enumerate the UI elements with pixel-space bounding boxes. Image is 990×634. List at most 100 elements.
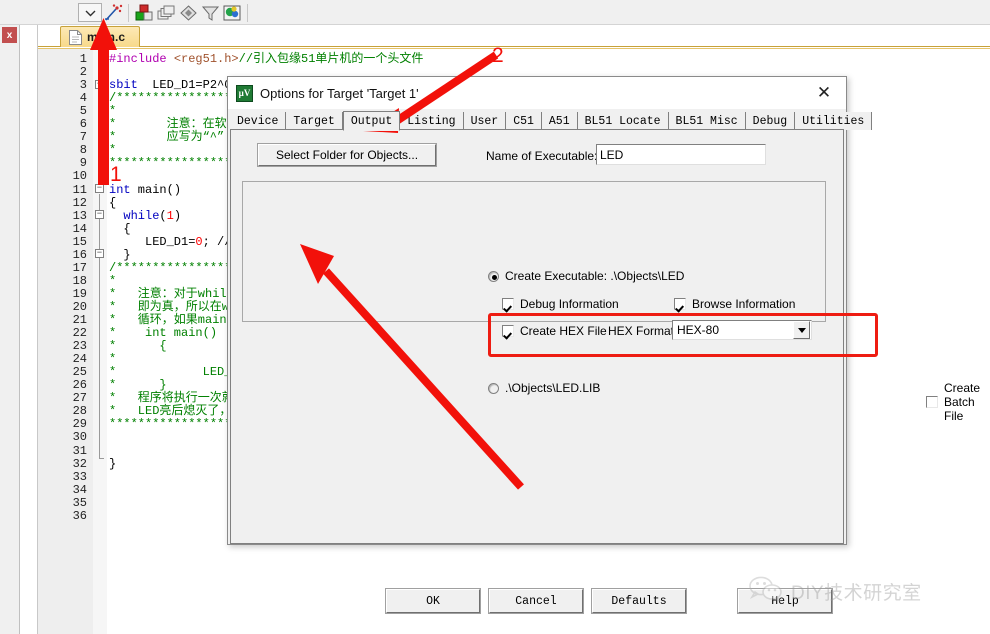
cancel-button[interactable]: Cancel [488, 588, 584, 614]
line-number: 31 [72, 443, 87, 458]
code-line: while(1) [109, 208, 182, 223]
build-glyph [135, 4, 152, 20]
translate-file-icon[interactable] [177, 2, 199, 23]
document-icon [69, 29, 82, 45]
fold-guide-2 [99, 194, 100, 458]
batch-build-glyph [157, 5, 174, 19]
close-panel-button[interactable]: x [2, 27, 17, 43]
debug-information-checkbox[interactable]: Debug Information [502, 297, 619, 311]
create-batch-file-checkbox[interactable]: Create Batch File [926, 381, 980, 423]
line-number: 30 [72, 430, 87, 445]
create-hex-file-checkbox[interactable]: Create HEX File [502, 324, 607, 338]
dropdown-arrow-icon[interactable] [78, 3, 102, 22]
line-number: 5 [79, 104, 87, 119]
code-line: * LED_D1 [109, 365, 246, 380]
toolbar [0, 0, 990, 25]
hex-format-dropdown[interactable]: HEX-80 [672, 320, 812, 340]
code-line: } [109, 456, 117, 471]
line-number: 19 [72, 286, 87, 301]
fold-marker-line17[interactable]: − [95, 249, 104, 258]
keil-app-icon: µV [236, 84, 253, 102]
lib-output-label: .\Objects\LED.LIB [505, 381, 601, 395]
line-number: 24 [72, 352, 87, 367]
code-line: * [109, 143, 117, 158]
code-line: * 注意：对于while [109, 286, 234, 301]
create-hex-file-label: Create HEX File [520, 324, 607, 338]
line-number: 1 [79, 52, 87, 66]
line-number: 35 [72, 495, 87, 510]
fold-guide-3 [99, 259, 100, 277]
line-number: 2 [79, 65, 87, 80]
magic-wand-icon[interactable] [102, 2, 124, 23]
name-of-executable-input[interactable]: LED [596, 144, 766, 165]
code-line: #include <reg51.h>//引入包缘51单片机的一个头文件 [109, 52, 424, 66]
dialog-tab-c51[interactable]: C51 [506, 112, 542, 130]
rebuild-icon[interactable] [199, 2, 221, 23]
dialog-title: Options for Target 'Target 1' [260, 85, 419, 101]
rebuild-glyph [201, 6, 219, 21]
fold-column[interactable]: − − − − [93, 49, 107, 634]
fold-marker-line4[interactable]: − [95, 80, 104, 89]
panel-divider [20, 25, 38, 634]
fold-guide-1 [99, 90, 100, 165]
browse-information-label: Browse Information [692, 297, 796, 311]
dialog-tab-output[interactable]: Output [342, 111, 401, 131]
line-number: 14 [72, 221, 87, 236]
checkbox-indicator [926, 396, 938, 408]
dialog-tab-device[interactable]: Device [230, 112, 287, 130]
line-number: 7 [79, 130, 87, 145]
lib-output-radio[interactable]: .\Objects\LED.LIB [488, 381, 600, 395]
browse-information-checkbox[interactable]: Browse Information [674, 297, 795, 311]
tab-main-c[interactable]: main.c [60, 26, 141, 47]
dialog-tab-listing[interactable]: Listing [400, 112, 464, 130]
code-line: * [109, 352, 117, 367]
create-executable-radio[interactable]: Create Executable: .\Objects\LED [488, 269, 684, 283]
line-number: 13 [72, 208, 87, 223]
batch-build-icon[interactable] [155, 2, 177, 23]
hex-format-label-row: HEX Format: [608, 324, 677, 338]
editor-tabstrip: main.c [38, 25, 990, 47]
wechat-icon [748, 576, 784, 607]
line-number: 33 [72, 469, 87, 484]
code-line: { [109, 221, 131, 236]
radio-indicator [488, 270, 499, 282]
close-icon[interactable]: ✕ [802, 77, 846, 109]
dialog-tab-bl51-misc[interactable]: BL51 Misc [668, 112, 746, 130]
select-folder-for-objects-button[interactable]: Select Folder for Objects... [257, 143, 437, 167]
project-panel-edge [0, 25, 20, 634]
line-number: 10 [72, 169, 87, 184]
line-number: 27 [72, 391, 87, 406]
line-number: 26 [72, 378, 87, 393]
chevron-down-icon[interactable] [793, 321, 810, 339]
code-line: * LED亮后熄灭了， [109, 404, 232, 419]
code-line: LED_D1=0; // [109, 234, 232, 249]
target-options-icon[interactable] [221, 2, 243, 23]
line-number: 21 [72, 313, 87, 327]
code-line: * [109, 273, 117, 288]
fold-marker-line12[interactable]: − [95, 184, 104, 193]
build-target-icon[interactable] [133, 2, 155, 23]
dialog-tab-utilities[interactable]: Utilities [795, 112, 873, 130]
checkbox-indicator [674, 298, 686, 310]
dialog-tab-target[interactable]: Target [286, 112, 343, 130]
code-line: { [109, 195, 117, 210]
hex-format-label: HEX Format: [608, 324, 678, 338]
toolbar-separator-2 [247, 3, 248, 22]
dialog-tab-a51[interactable]: A51 [541, 112, 578, 130]
hex-format-value: HEX-80 [677, 323, 720, 337]
code-line: * int main() [109, 326, 218, 341]
line-number: 23 [72, 339, 87, 354]
dialog-tab-user[interactable]: User [463, 112, 507, 130]
line-number: 9 [79, 156, 87, 171]
fold-guide-end-1 [99, 165, 104, 166]
fold-marker-line14[interactable]: − [95, 210, 104, 219]
dialog-tab-bl51-locate[interactable]: BL51 Locate [577, 112, 669, 130]
code-line: * { [109, 339, 167, 354]
dialog-tab-debug[interactable]: Debug [745, 112, 796, 130]
ok-button[interactable]: OK [385, 588, 481, 614]
defaults-button[interactable]: Defaults [591, 588, 687, 614]
line-number: 12 [72, 195, 87, 210]
code-line: * 即为真，所以在wh [109, 299, 237, 314]
translate-glyph [179, 4, 197, 21]
code-line: sbit LED_D1=P2^0; [109, 78, 239, 93]
